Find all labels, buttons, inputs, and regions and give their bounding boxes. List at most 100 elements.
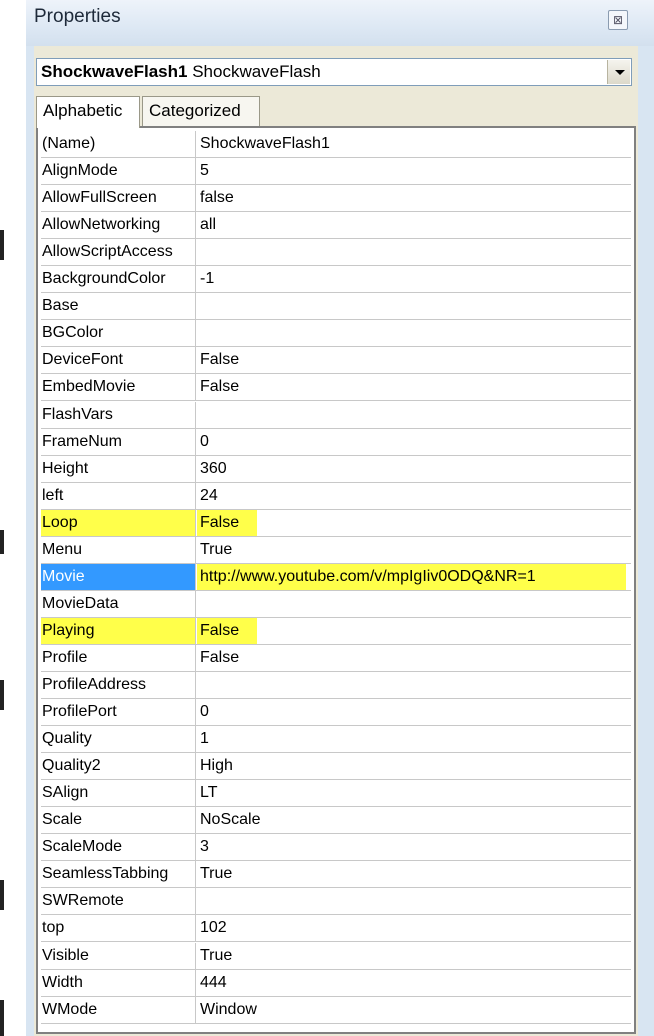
property-row[interactable]: AllowNetworking all — [41, 212, 631, 240]
property-row[interactable]: BGColor — [41, 320, 631, 348]
property-row[interactable]: MovieData — [41, 590, 631, 618]
object-selector-dropdown[interactable]: ShockwaveFlash1 ShockwaveFlash — [36, 58, 632, 86]
property-name[interactable]: Quality — [41, 726, 196, 753]
property-name[interactable]: AlignMode — [41, 158, 196, 185]
property-row[interactable]: WMode Window — [41, 996, 631, 1024]
property-name[interactable]: AllowFullScreen — [41, 185, 196, 212]
property-row[interactable]: FlashVars — [41, 401, 631, 429]
property-row[interactable]: Scale NoScale — [41, 807, 631, 835]
property-name[interactable]: AllowNetworking — [41, 212, 196, 239]
property-name[interactable]: FrameNum — [41, 428, 196, 455]
property-row[interactable]: (Name) ShockwaveFlash1 — [41, 131, 631, 158]
property-row[interactable]: BackgroundColor -1 — [41, 266, 631, 294]
property-name[interactable]: MovieData — [41, 590, 196, 617]
property-value[interactable]: -1 — [197, 266, 630, 292]
property-value[interactable]: False — [197, 645, 630, 671]
property-row[interactable]: SWRemote — [41, 888, 631, 916]
property-name[interactable]: Movie — [41, 563, 196, 590]
property-row[interactable]: ScaleMode 3 — [41, 834, 631, 862]
property-row[interactable]: Menu True — [41, 536, 631, 564]
property-value[interactable]: 102 — [197, 915, 630, 941]
property-value[interactable] — [197, 888, 630, 914]
property-row[interactable]: Profile False — [41, 644, 631, 672]
property-row[interactable]: Quality 1 — [41, 726, 631, 754]
property-name[interactable]: top — [41, 915, 196, 942]
property-name[interactable]: BGColor — [41, 320, 196, 347]
property-name[interactable]: DeviceFont — [41, 347, 196, 374]
property-name[interactable]: Base — [41, 293, 196, 320]
property-value[interactable] — [197, 402, 630, 428]
property-name[interactable]: Quality2 — [41, 753, 196, 780]
property-value[interactable]: False — [197, 347, 630, 373]
property-row[interactable]: Quality2 High — [41, 753, 631, 781]
property-value[interactable]: False — [197, 374, 630, 400]
property-name[interactable]: Width — [41, 969, 196, 996]
property-row[interactable]: ProfileAddress — [41, 672, 631, 699]
property-value[interactable]: True — [197, 861, 630, 887]
property-value[interactable]: ShockwaveFlash1 — [197, 131, 630, 157]
property-value[interactable]: all — [197, 212, 630, 238]
dropdown-button[interactable] — [607, 60, 630, 84]
property-value[interactable] — [197, 672, 630, 698]
property-name[interactable]: SAlign — [41, 780, 196, 807]
property-name[interactable]: Height — [41, 455, 196, 482]
property-name[interactable]: FlashVars — [41, 401, 196, 428]
property-value[interactable]: http://www.youtube.com/v/mpIgIiv0ODQ&NR=… — [197, 563, 626, 590]
property-value[interactable]: True — [197, 943, 630, 969]
property-value[interactable]: NoScale — [197, 807, 630, 833]
property-name[interactable]: BackgroundColor — [41, 266, 196, 293]
property-row[interactable]: AllowScriptAccess — [41, 239, 631, 267]
property-name[interactable]: ScaleMode — [41, 834, 196, 861]
property-value[interactable]: LT — [197, 780, 630, 806]
property-value[interactable]: 444 — [197, 970, 630, 996]
property-name[interactable]: Playing — [41, 617, 196, 644]
property-name[interactable]: Visible — [41, 942, 196, 969]
property-name[interactable]: EmbedMovie — [41, 374, 196, 401]
close-button[interactable]: ⊠ — [608, 10, 628, 30]
property-value[interactable] — [197, 293, 630, 319]
title-bar[interactable]: Properties ⊠ — [26, 0, 654, 46]
property-row[interactable]: ProfilePort 0 — [41, 699, 631, 727]
property-value[interactable]: 0 — [197, 429, 630, 455]
property-row[interactable]: Playing False — [41, 617, 631, 645]
property-name[interactable]: ProfilePort — [41, 699, 196, 726]
tab-alphabetic[interactable]: Alphabetic — [36, 96, 140, 128]
property-name[interactable]: left — [41, 482, 196, 509]
property-name[interactable]: ProfileAddress — [41, 672, 196, 698]
property-name[interactable]: AllowScriptAccess — [41, 239, 196, 266]
property-value[interactable] — [197, 320, 630, 346]
property-name[interactable]: SeamlessTabbing — [41, 861, 196, 888]
property-row[interactable]: FrameNum 0 — [41, 428, 631, 456]
property-row[interactable]: Width 444 — [41, 969, 631, 997]
property-value[interactable]: 0 — [197, 699, 630, 725]
property-value[interactable]: Window — [197, 997, 630, 1023]
property-name[interactable]: Menu — [41, 536, 196, 563]
property-name[interactable]: Loop — [41, 509, 196, 536]
property-value[interactable]: High — [197, 753, 630, 779]
property-value[interactable]: 1 — [197, 726, 630, 752]
property-value[interactable]: False — [197, 509, 630, 536]
property-row[interactable]: Height 360 — [41, 455, 631, 483]
property-value[interactable]: 3 — [197, 834, 630, 860]
property-name[interactable]: Profile — [41, 644, 196, 671]
property-row[interactable]: SeamlessTabbing True — [41, 861, 631, 889]
property-value[interactable]: 24 — [197, 483, 630, 509]
property-row[interactable]: top 102 — [41, 915, 631, 943]
property-value[interactable] — [197, 239, 630, 265]
property-name[interactable]: (Name) — [41, 131, 196, 157]
property-name[interactable]: WMode — [41, 996, 196, 1023]
property-value[interactable]: True — [197, 537, 630, 563]
tab-categorized[interactable]: Categorized — [142, 96, 260, 126]
property-row[interactable]: Loop False — [41, 509, 631, 537]
property-value[interactable]: false — [197, 185, 630, 211]
property-row[interactable]: DeviceFont False — [41, 347, 631, 375]
property-name[interactable]: SWRemote — [41, 888, 196, 915]
property-row[interactable]: left 24 — [41, 482, 631, 510]
property-row[interactable]: SAlign LT — [41, 780, 631, 808]
property-row[interactable]: EmbedMovie False — [41, 374, 631, 402]
property-row[interactable]: Base — [41, 293, 631, 321]
property-value[interactable]: False — [197, 617, 630, 644]
property-row[interactable]: Visible True — [41, 942, 631, 970]
property-value[interactable]: 360 — [197, 456, 630, 482]
property-name[interactable]: Scale — [41, 807, 196, 834]
